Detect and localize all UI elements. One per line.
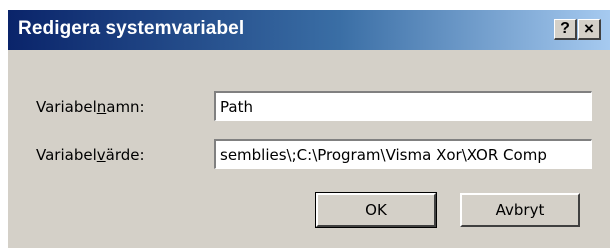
cancel-button[interactable]: Avbryt <box>460 193 580 227</box>
dialog-title: Redigera systemvariabel <box>18 18 245 39</box>
variable-name-input[interactable] <box>214 91 592 121</box>
close-icon[interactable]: × <box>578 19 601 40</box>
title-bar[interactable]: Redigera systemvariabel ? × <box>8 10 610 50</box>
variable-value-label: Variabelvärde: <box>36 146 145 164</box>
ok-button[interactable]: OK <box>315 192 437 228</box>
edit-system-variable-dialog: Redigera systemvariabel ? × Variabelnamn… <box>6 8 610 248</box>
variable-value-input[interactable] <box>214 139 592 169</box>
variable-name-label: Variabelnamn: <box>36 98 145 116</box>
help-icon[interactable]: ? <box>554 19 577 40</box>
